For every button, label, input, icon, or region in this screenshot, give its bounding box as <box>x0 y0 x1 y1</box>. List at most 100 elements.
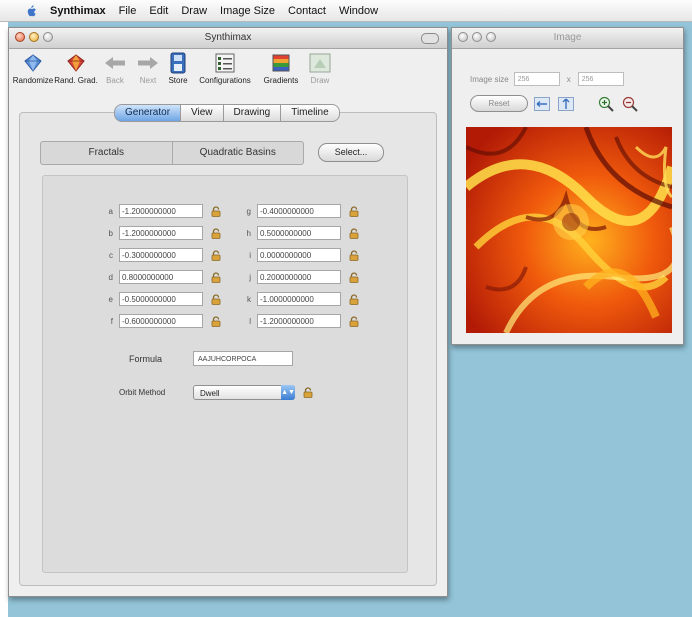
fractal-image <box>466 127 672 333</box>
configurations-button[interactable]: Configurations <box>193 49 257 85</box>
lock-icon[interactable] <box>211 271 221 283</box>
param-a-field[interactable]: -1.2000000000 <box>119 204 203 218</box>
param-b-field[interactable]: -1.2000000000 <box>119 226 203 240</box>
menu-image-size[interactable]: Image Size <box>220 5 275 17</box>
next-label: Next <box>139 76 157 85</box>
param-e-field[interactable]: -0.5000000000 <box>119 292 203 306</box>
tab-generator[interactable]: Generator <box>114 104 182 122</box>
lock-icon[interactable] <box>211 205 221 217</box>
select-button[interactable]: Select... <box>318 143 384 162</box>
image-height-field[interactable]: 256 <box>577 72 624 86</box>
segment-quadratic-basins[interactable]: Quadratic Basins <box>171 142 304 164</box>
draw-icon <box>309 53 331 73</box>
param-label: i <box>249 250 251 260</box>
orbit-method-popup[interactable]: Dwell ▲▼ <box>193 385 295 400</box>
image-width-field[interactable]: 256 <box>513 72 560 86</box>
store-button[interactable]: Store <box>165 49 191 85</box>
image-window-titlebar[interactable]: Image <box>452 28 683 49</box>
gradient-gem-icon <box>67 54 85 72</box>
menu-contact[interactable]: Contact <box>288 5 326 17</box>
menu-app-name[interactable]: Synthimax <box>50 5 106 17</box>
gradients-button[interactable]: Gradients <box>259 49 303 85</box>
reset-button[interactable]: Reset <box>470 95 528 112</box>
lock-icon[interactable] <box>211 227 221 239</box>
times-label: x <box>566 74 571 84</box>
param-row-e: e -0.5000000000 <box>95 292 221 306</box>
menu-draw[interactable]: Draw <box>181 5 207 17</box>
param-i-field[interactable]: 0.0000000000 <box>257 248 341 262</box>
next-arrow-icon <box>138 57 158 69</box>
param-label: b <box>108 228 113 238</box>
param-c-field[interactable]: -0.3000000000 <box>119 248 203 262</box>
zoom-out-icon <box>622 96 638 112</box>
param-row-h: h 0.5000000000 <box>233 226 359 240</box>
param-f-field[interactable]: -0.6000000000 <box>119 314 203 328</box>
zoom-out-button[interactable] <box>620 96 640 112</box>
fit-height-button[interactable] <box>556 96 576 112</box>
param-k-field[interactable]: -1.0000000000 <box>257 292 341 306</box>
param-h-field[interactable]: 0.5000000000 <box>257 226 341 240</box>
orbit-method-label: Orbit Method <box>119 388 166 397</box>
apple-menu-icon[interactable] <box>24 4 38 18</box>
toolbar-toggle-button[interactable] <box>421 33 439 44</box>
formula-label: Formula <box>129 354 163 364</box>
back-label: Back <box>106 76 124 85</box>
formula-field[interactable]: AAJUHCORPOCA <box>193 351 293 366</box>
image-window-title: Image <box>553 32 582 43</box>
popup-arrows-icon: ▲▼ <box>281 385 295 400</box>
image-controls-row: Reset <box>470 95 640 112</box>
lock-icon[interactable] <box>211 293 221 305</box>
param-label: j <box>249 272 251 282</box>
lock-icon[interactable] <box>349 249 359 261</box>
tab-drawing[interactable]: Drawing <box>222 104 282 122</box>
param-d-field[interactable]: 0.8000000000 <box>119 270 203 284</box>
lock-icon[interactable] <box>303 387 313 398</box>
draw-label: Draw <box>310 76 330 85</box>
zoom-in-button[interactable] <box>596 96 616 112</box>
lock-icon[interactable] <box>349 293 359 305</box>
rand-grad-button[interactable]: Rand. Grad. <box>54 49 98 85</box>
param-row-d: d 0.8000000000 <box>95 270 221 284</box>
lock-icon[interactable] <box>211 249 221 261</box>
orbit-method-value: Dwell <box>200 389 220 398</box>
lock-icon[interactable] <box>349 205 359 217</box>
param-label: h <box>246 228 251 238</box>
zoom-in-icon <box>598 96 614 112</box>
lock-icon[interactable] <box>349 227 359 239</box>
param-g-field[interactable]: -0.4000000000 <box>257 204 341 218</box>
back-button[interactable]: Back <box>99 49 131 85</box>
param-label: d <box>108 272 113 282</box>
param-l-field[interactable]: -1.2000000000 <box>257 314 341 328</box>
menu-file[interactable]: File <box>119 5 137 17</box>
lock-icon[interactable] <box>349 271 359 283</box>
menu-edit[interactable]: Edit <box>149 5 168 17</box>
segment-fractals[interactable]: Fractals <box>41 142 172 164</box>
param-j-field[interactable]: 0.2000000000 <box>257 270 341 284</box>
param-row-g: g -0.4000000000 <box>233 204 359 218</box>
draw-button[interactable]: Draw <box>305 49 335 85</box>
randomize-label: Randomize <box>12 76 54 85</box>
gradients-icon <box>272 54 290 72</box>
store-label: Store <box>168 76 188 85</box>
toolbar: Randomize Rand. Grad. Back Next Store Co… <box>9 49 447 93</box>
randomize-button[interactable]: Randomize <box>13 49 53 85</box>
gradients-label: Gradients <box>263 76 299 85</box>
menu-bar: Synthimax File Edit Draw Image Size Cont… <box>0 0 692 22</box>
tab-timeline[interactable]: Timeline <box>280 104 340 122</box>
image-size-row: Image size 256 x 256 <box>470 72 624 86</box>
param-row-b: b -1.2000000000 <box>95 226 221 240</box>
main-window-titlebar[interactable]: Synthimax <box>9 28 447 49</box>
param-row-a: a -1.2000000000 <box>95 204 221 218</box>
menu-window[interactable]: Window <box>339 5 378 17</box>
param-label: k <box>247 294 251 304</box>
next-button[interactable]: Next <box>133 49 163 85</box>
param-label: l <box>249 316 251 326</box>
tab-view[interactable]: View <box>180 104 224 122</box>
param-label: a <box>108 206 113 216</box>
fit-width-button[interactable] <box>532 96 552 112</box>
param-label: f <box>110 316 113 326</box>
lock-icon[interactable] <box>349 315 359 327</box>
generator-panel: Fractals Quadratic Basins Select... a -1… <box>19 112 437 586</box>
lock-icon[interactable] <box>211 315 221 327</box>
rand-grad-label: Rand. Grad. <box>54 76 98 85</box>
